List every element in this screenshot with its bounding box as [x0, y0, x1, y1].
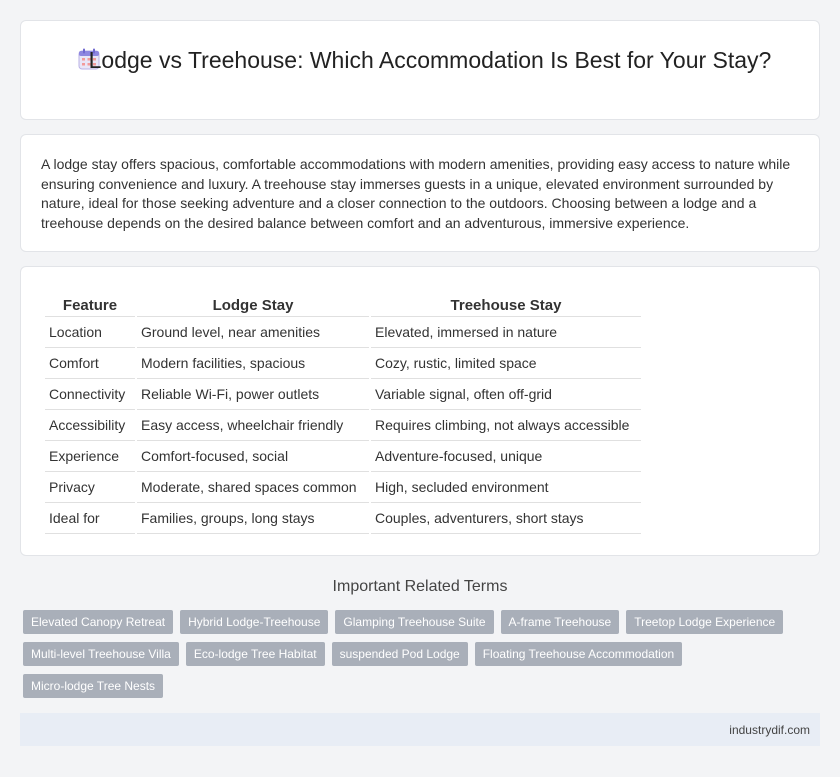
table-cell: Connectivity — [45, 379, 135, 410]
related-term-tag[interactable]: Micro-lodge Tree Nests — [23, 674, 164, 698]
table-cell: Modern facilities, spacious — [137, 348, 369, 379]
related-term-tag[interactable]: Eco-lodge Tree Habitat — [185, 642, 325, 666]
column-header-feature: Feature — [45, 295, 135, 317]
table-cell: Comfort — [45, 348, 135, 379]
page-title: Lodge vs Treehouse: Which Accommodation … — [88, 47, 772, 73]
related-term-tag[interactable]: A-frame Treehouse — [500, 610, 620, 634]
table-cell: High, secluded environment — [371, 472, 641, 503]
table-cell: Cozy, rustic, limited space — [371, 348, 641, 379]
table-row: Privacy Moderate, shared spaces common H… — [45, 472, 641, 503]
table-row: Accessibility Easy access, wheelchair fr… — [45, 410, 641, 441]
table-cell: Experience — [45, 441, 135, 472]
table-cell: Easy access, wheelchair friendly — [137, 410, 369, 441]
related-term-tag[interactable]: Elevated Canopy Retreat — [23, 610, 174, 634]
comparison-table: Feature Lodge Stay Treehouse Stay Locati… — [43, 295, 643, 534]
table-row: Comfort Modern facilities, spacious Cozy… — [45, 348, 641, 379]
related-term-tag[interactable]: Hybrid Lodge-Treehouse — [180, 610, 329, 634]
related-term-tag[interactable]: Floating Treehouse Accommodation — [474, 642, 683, 666]
table-cell: Variable signal, often off-grid — [371, 379, 641, 410]
footer-site-link[interactable]: industrydif.com — [729, 723, 810, 737]
table-cell: Elevated, immersed in nature — [371, 317, 641, 348]
related-terms-list: Elevated Canopy Retreat Hybrid Lodge-Tre… — [23, 610, 803, 698]
table-row: Experience Comfort-focused, social Adven… — [45, 441, 641, 472]
table-cell: Couples, adventurers, short stays — [371, 503, 641, 534]
table-cell: Families, groups, long stays — [137, 503, 369, 534]
table-row: Location Ground level, near amenities El… — [45, 317, 641, 348]
related-term-tag[interactable]: Treetop Lodge Experience — [626, 610, 784, 634]
table-cell: Ideal for — [45, 503, 135, 534]
table-cell: Ground level, near amenities — [137, 317, 369, 348]
related-term-tag[interactable]: Multi-level Treehouse Villa — [23, 642, 179, 666]
table-cell: Accessibility — [45, 410, 135, 441]
table-row: Connectivity Reliable Wi-Fi, power outle… — [45, 379, 641, 410]
header-card: Lodge vs Treehouse: Which Accommodation … — [20, 20, 820, 120]
related-term-tag[interactable]: Glamping Treehouse Suite — [335, 610, 494, 634]
table-cell: Adventure-focused, unique — [371, 441, 641, 472]
related-term-tag[interactable]: suspended Pod Lodge — [331, 642, 468, 666]
intro-paragraph: A lodge stay offers spacious, comfortabl… — [41, 156, 791, 231]
table-header-row: Feature Lodge Stay Treehouse Stay — [45, 295, 641, 317]
table-row: Ideal for Families, groups, long stays C… — [45, 503, 641, 534]
footer: industrydif.com — [20, 713, 820, 746]
column-header-lodge: Lodge Stay — [137, 295, 369, 317]
column-header-treehouse: Treehouse Stay — [371, 295, 641, 317]
table-cell: Location — [45, 317, 135, 348]
table-cell: Comfort-focused, social — [137, 441, 369, 472]
table-cell: Reliable Wi-Fi, power outlets — [137, 379, 369, 410]
related-terms-title: Important Related Terms — [332, 578, 508, 595]
intro-card: A lodge stay offers spacious, comfortabl… — [20, 134, 820, 252]
table-cell: Requires climbing, not always accessible — [371, 410, 641, 441]
comparison-card: Feature Lodge Stay Treehouse Stay Locati… — [20, 266, 820, 556]
table-cell: Moderate, shared spaces common — [137, 472, 369, 503]
table-cell: Privacy — [45, 472, 135, 503]
